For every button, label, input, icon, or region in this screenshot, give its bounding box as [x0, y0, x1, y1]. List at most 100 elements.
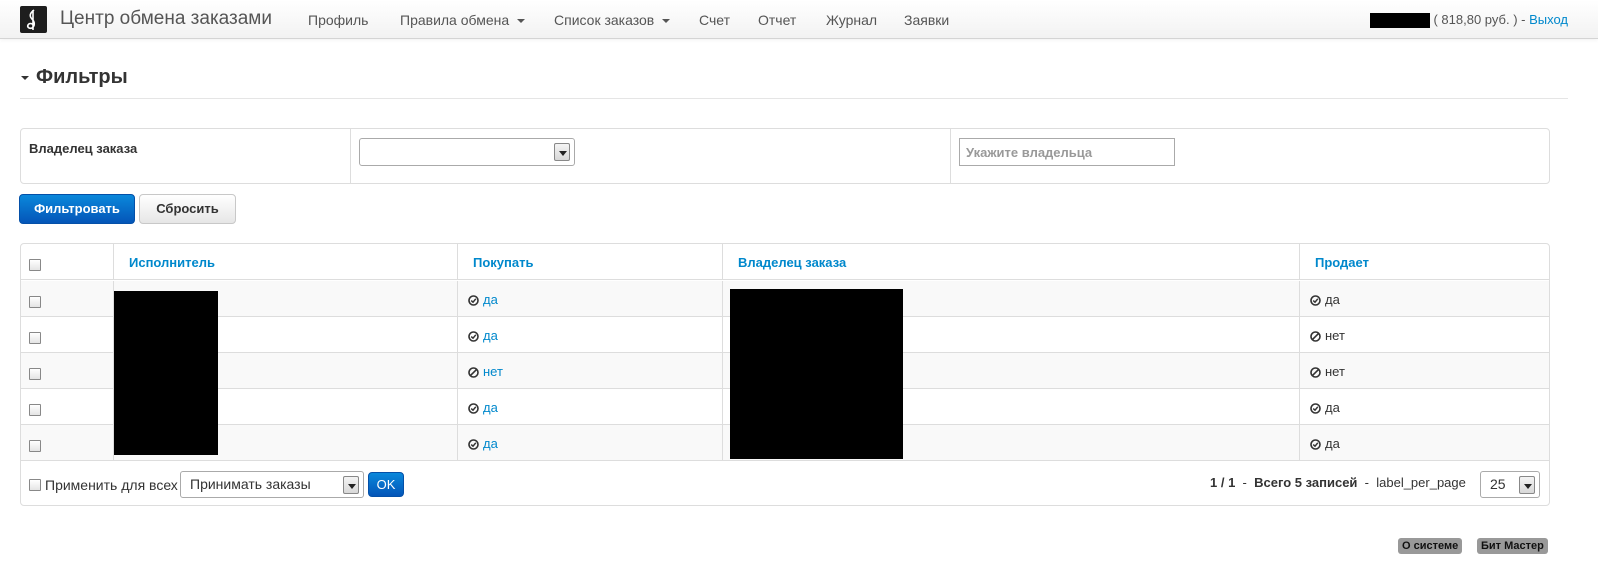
per-page-label: label_per_page: [1376, 475, 1466, 490]
check-circle-icon: [468, 331, 479, 342]
balance-text: ( 818,80 руб. ) -: [1433, 12, 1526, 27]
filter-button[interactable]: Фильтровать: [19, 194, 135, 224]
filter-panel: Владелец заказа: [20, 128, 1550, 184]
per-page-select[interactable]: 25: [1480, 471, 1540, 498]
check-circle-icon: [1310, 403, 1321, 414]
nav-item-label: Отчет: [758, 12, 797, 28]
caret-down-icon: [662, 19, 671, 24]
nav-item-label: Профиль: [308, 12, 369, 28]
pagination-info: 1 / 1 - Всего 5 записей - label_per_page: [1210, 475, 1466, 490]
sells-status: да: [1310, 292, 1340, 307]
filter-select-cell: [351, 129, 951, 183]
buy-toggle-link[interactable]: да: [468, 292, 498, 307]
dropdown-arrow-icon[interactable]: [554, 143, 570, 161]
table-footer: Применить для всех Принимать заказы OK 1…: [21, 462, 1549, 505]
app-logo-icon[interactable]: [20, 6, 47, 33]
check-circle-icon: [468, 295, 479, 306]
row-check-cell: [21, 281, 114, 317]
header-buy[interactable]: Покупать: [458, 244, 723, 280]
row-checkbox[interactable]: [29, 440, 41, 452]
sells-value: нет: [1325, 364, 1345, 379]
per-page-value: 25: [1490, 476, 1506, 492]
nav-item-label: Правила обмена: [400, 12, 510, 28]
sells-status: нет: [1310, 364, 1345, 379]
row-check-cell: [21, 353, 114, 389]
nav-item-account[interactable]: Счет: [699, 12, 730, 28]
owner-condition-select[interactable]: [359, 138, 575, 166]
buy-value: да: [483, 292, 498, 307]
buy-cell: да: [458, 389, 723, 425]
row-checkbox[interactable]: [29, 296, 41, 308]
buy-toggle-link[interactable]: да: [468, 436, 498, 451]
owner-input[interactable]: [959, 138, 1175, 166]
buy-toggle-link[interactable]: нет: [468, 364, 503, 379]
nav-item-exchange-rules[interactable]: Правила обмена: [400, 12, 526, 28]
nav-item-requests[interactable]: Заявки: [904, 12, 949, 28]
app-title[interactable]: Центр обмена заказами: [60, 8, 272, 30]
about-badge[interactable]: О системе: [1398, 538, 1463, 554]
sells-cell: да: [1300, 425, 1549, 461]
buy-value: нет: [483, 364, 503, 379]
nav-item-label: Счет: [699, 12, 730, 28]
nav-item-journal[interactable]: Журнал: [826, 12, 877, 28]
header-owner-label: Владелец заказа: [738, 255, 847, 270]
select-all-checkbox[interactable]: [29, 259, 41, 271]
header-buy-label: Покупать: [473, 255, 534, 270]
nav-item-report[interactable]: Отчет: [758, 12, 796, 28]
header-executor[interactable]: Исполнитель: [114, 244, 458, 280]
owner-redaction: [730, 289, 903, 459]
row-checkbox[interactable]: [29, 332, 41, 344]
filters-section-header[interactable]: Фильтры: [20, 66, 1568, 99]
apply-all-checkbox[interactable]: [29, 479, 41, 491]
check-circle-icon: [468, 403, 479, 414]
check-circle-icon: [468, 439, 479, 450]
filter-label-cell: Владелец заказа: [21, 129, 351, 183]
caret-down-icon: [517, 19, 526, 24]
header-owner[interactable]: Владелец заказа: [723, 244, 1300, 280]
logout-link[interactable]: Выход: [1529, 12, 1568, 27]
buy-cell: да: [458, 317, 723, 353]
collapse-caret-icon[interactable]: [21, 76, 29, 80]
nav-item-profile[interactable]: Профиль: [308, 12, 368, 28]
bulk-action-select[interactable]: Принимать заказы: [180, 471, 364, 498]
total-records: Всего 5 записей: [1254, 475, 1358, 490]
separator: -: [1242, 475, 1247, 490]
header-check-cell: [21, 244, 114, 280]
check-circle-icon: [1310, 295, 1321, 306]
ban-icon: [468, 367, 479, 378]
ban-icon: [1310, 367, 1321, 378]
row-checkbox[interactable]: [29, 368, 41, 380]
buy-value: да: [483, 400, 498, 415]
reset-button[interactable]: Сбросить: [139, 194, 236, 224]
header-sells[interactable]: Продает: [1300, 244, 1549, 280]
owner-filter-label: Владелец заказа: [29, 141, 138, 156]
nav-item-order-list[interactable]: Список заказов: [554, 12, 671, 28]
user-info: ( 818,80 руб. ) - Выход: [1370, 12, 1568, 29]
check-circle-icon: [1310, 439, 1321, 450]
buy-cell: нет: [458, 353, 723, 389]
nav-item-label: Заявки: [904, 12, 950, 28]
sells-value: да: [1325, 400, 1340, 415]
dropdown-arrow-icon[interactable]: [343, 476, 359, 494]
sells-status: да: [1310, 400, 1340, 415]
row-check-cell: [21, 317, 114, 353]
bulk-ok-button[interactable]: OK: [368, 472, 404, 497]
sells-cell: нет: [1300, 353, 1549, 389]
buy-cell: да: [458, 425, 723, 461]
nav-item-label: Список заказов: [554, 12, 655, 28]
nav-item-label: Журнал: [826, 12, 878, 28]
table-header-row: Исполнитель Покупать Владелец заказа Про…: [21, 244, 1549, 280]
header-executor-label: Исполнитель: [129, 255, 215, 270]
buy-toggle-link[interactable]: да: [468, 400, 498, 415]
buy-value: да: [483, 328, 498, 343]
buy-toggle-link[interactable]: да: [468, 328, 498, 343]
dropdown-arrow-icon[interactable]: [1519, 476, 1535, 494]
orders-table: Исполнитель Покупать Владелец заказа Про…: [20, 243, 1550, 506]
sells-value: да: [1325, 436, 1340, 451]
vendor-badge[interactable]: Бит Мастер: [1477, 538, 1548, 554]
filters-title: Фильтры: [36, 66, 128, 88]
sells-status: да: [1310, 436, 1340, 451]
sells-value: нет: [1325, 328, 1345, 343]
apply-all-label[interactable]: Применить для всех: [45, 477, 178, 493]
row-checkbox[interactable]: [29, 404, 41, 416]
